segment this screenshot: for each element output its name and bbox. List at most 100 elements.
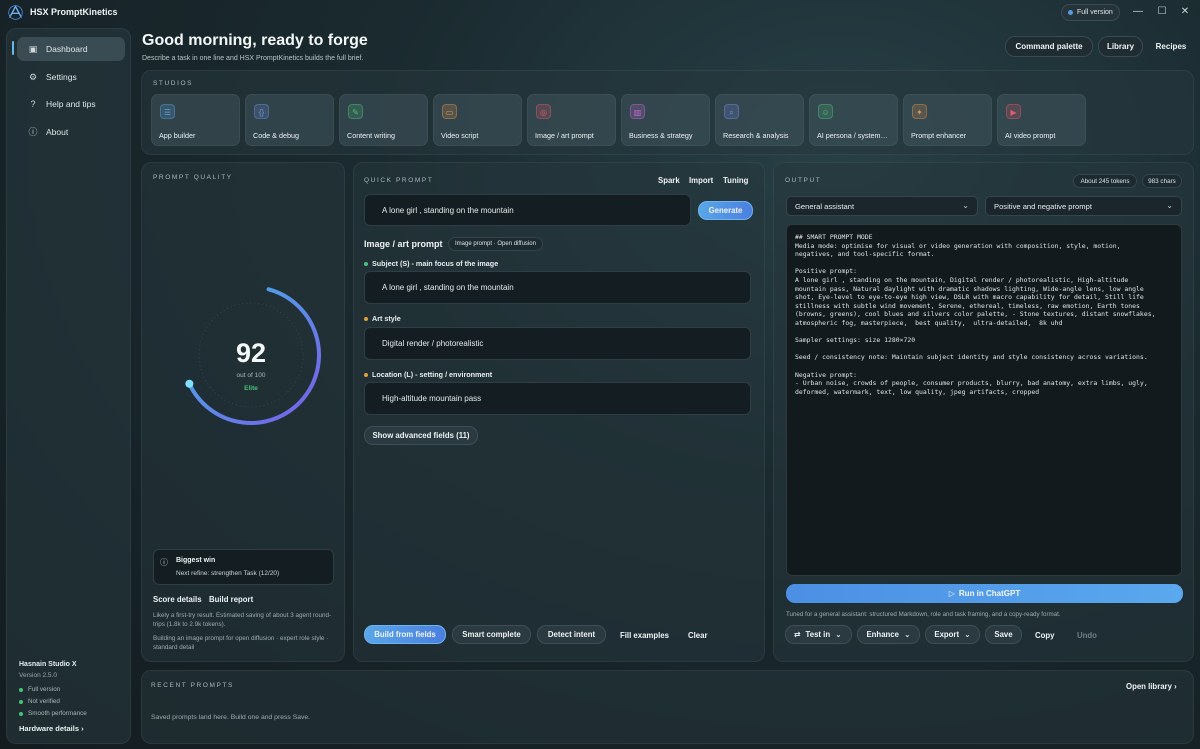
command-palette-button[interactable]: Command palette [1005, 36, 1093, 57]
enhance-label: Enhance [866, 630, 899, 639]
quality-score: 92 [235, 338, 267, 368]
question-icon: ? [30, 99, 36, 109]
status-dot-icon [19, 699, 23, 704]
subject-field[interactable]: A lone girl , standing on the mountain [364, 271, 751, 304]
prompt-quality-label: PROMPT QUALITY [153, 174, 233, 181]
sidebar-item-label: Dashboard [46, 44, 88, 54]
studio-tile[interactable]: ▭ Video script [433, 94, 522, 146]
studio-tile[interactable]: ⌕ Research & analysis [715, 94, 804, 146]
dashboard-icon: ▣ [28, 44, 38, 54]
app-title: HSX PromptKinetics [30, 7, 118, 17]
location-field[interactable]: High-altitude mountain pass [364, 382, 751, 415]
tab-spark[interactable]: Spark [658, 176, 680, 185]
info-icon: ⓘ [160, 558, 168, 567]
field-label-text: Subject (S) - main focus of the image [372, 259, 499, 268]
char-count-badge: 983 chars [1142, 174, 1182, 188]
studio-tile[interactable]: ✦ Prompt enhancer [903, 94, 992, 146]
studio-tile[interactable]: ☰ App builder [151, 94, 240, 146]
recent-empty-text: Saved prompts land here. Build one and p… [151, 714, 311, 721]
copy-button[interactable]: Copy [1035, 631, 1055, 640]
format-select-value: Positive and negative prompt [994, 201, 1092, 211]
show-advanced-button[interactable]: Show advanced fields (11) [364, 426, 478, 445]
prompt-format-select[interactable]: Positive and negative prompt ⌄ [985, 196, 1182, 216]
run-in-chatgpt-button[interactable]: ▷ Run in ChatGPT [786, 584, 1183, 603]
quality-tier: Elite [244, 385, 258, 392]
sidebar-item-about[interactable]: ⓘ About [17, 120, 125, 144]
spark-icon: ✦ [912, 104, 927, 119]
sidebar-item-settings[interactable]: ⚙ Settings [17, 65, 125, 89]
art-style-field[interactable]: Digital render / photorealistic [364, 327, 751, 360]
tab-tuning[interactable]: Tuning [723, 176, 748, 185]
status-dot-icon [19, 711, 23, 716]
field-label-subject: Subject (S) - main focus of the image [364, 259, 498, 268]
assistant-select-value: General assistant [795, 201, 855, 211]
clear-button[interactable]: Clear [688, 631, 708, 640]
pen-icon: ✎ [348, 104, 363, 119]
close-icon[interactable]: ✕ [1178, 6, 1192, 17]
biggest-win-detail: Next refine: strengthen Task (12/20) [176, 570, 280, 577]
section-title: Image / art prompt [364, 239, 443, 249]
page-subtitle: Describe a task in one line and HSX Prom… [142, 55, 364, 62]
output-textarea[interactable]: ## SMART PROMPT MODE Media mode: optimis… [786, 224, 1182, 576]
field-label-location: Location (L) - setting / environment [364, 370, 492, 379]
studio-tile[interactable]: ▶ AI video prompt [997, 94, 1086, 146]
chevron-down-icon: ⌄ [964, 630, 971, 639]
score-details-link[interactable]: Score details [153, 595, 202, 604]
biggest-win-title: Biggest win [176, 557, 216, 564]
open-library-link[interactable]: Open library › [1126, 682, 1177, 691]
optional-dot-icon [364, 316, 368, 321]
studio-tile[interactable]: ✎ Content writing [339, 94, 428, 146]
smart-complete-button[interactable]: Smart complete [452, 625, 531, 644]
recent-prompts-panel [141, 670, 1194, 744]
detect-intent-button[interactable]: Detect intent [537, 625, 606, 644]
run-label: Run in ChatGPT [958, 589, 1021, 598]
assistant-select[interactable]: General assistant ⌄ [786, 196, 978, 216]
studio-label: App builder [159, 131, 196, 140]
generate-button[interactable]: Generate [698, 201, 753, 220]
studio-tile[interactable]: ☺ AI persona / system… [809, 94, 898, 146]
minimize-icon[interactable]: — [1131, 6, 1145, 17]
enhance-button[interactable]: Enhance ⌄ [857, 625, 920, 644]
tab-import[interactable]: Import [689, 176, 713, 185]
recipes-button[interactable]: Recipes [1148, 36, 1194, 57]
person-icon: ☺ [818, 104, 833, 119]
section-tag: Image prompt · Open diffusion [448, 237, 543, 251]
field-label-text: Location (L) - setting / environment [372, 370, 493, 379]
sidebar-item-help[interactable]: ? Help and tips [17, 92, 125, 116]
recent-prompts-label: RECENT PROMPTS [151, 682, 234, 689]
studio-label: AI video prompt [1005, 131, 1056, 140]
sidebar-item-dashboard[interactable]: ▣ Dashboard [17, 37, 125, 61]
sidebar-item-label: Settings [46, 72, 77, 82]
studio-label: Prompt enhancer [911, 131, 967, 140]
build-report-link[interactable]: Build report [209, 595, 253, 604]
studio-tile[interactable]: ◎ Image / art prompt [527, 94, 616, 146]
studio-label: Video script [441, 131, 479, 140]
undo-button[interactable]: Undo [1077, 631, 1097, 640]
studio-tile[interactable]: ▥ Business & strategy [621, 94, 710, 146]
optional-dot-icon [364, 372, 368, 377]
gauge-readout: 92 out of 100 Elite [176, 283, 326, 433]
fill-examples-button[interactable]: Fill examples [620, 631, 669, 640]
chevron-down-icon: ⌄ [903, 630, 911, 639]
page-title: Good morning, ready to forge [142, 32, 368, 49]
status-performance: Smooth performance [19, 710, 87, 717]
library-button[interactable]: Library [1098, 36, 1143, 57]
quality-context: Building an image prompt for open diffus… [153, 635, 329, 651]
play-icon: ▷ [948, 589, 955, 598]
save-button[interactable]: Save [985, 625, 1022, 644]
status-label: Smooth performance [28, 710, 87, 717]
hardware-details-link[interactable]: Hardware details › [19, 724, 84, 733]
export-button[interactable]: Export ⌄ [925, 625, 980, 644]
build-from-fields-button[interactable]: Build from fields [364, 625, 446, 644]
test-in-button[interactable]: ⇄ Test in ⌄ [785, 625, 852, 644]
maximize-icon[interactable]: ☐ [1155, 6, 1169, 17]
active-indicator [12, 41, 14, 55]
studio-tile[interactable]: {} Code & debug [245, 94, 334, 146]
quick-prompt-input[interactable]: A lone girl , standing on the mountain [364, 194, 691, 226]
required-dot-icon [364, 261, 368, 266]
field-label-text: Art style [372, 314, 401, 323]
studios-label: STUDIOS [153, 80, 194, 87]
field-label-art-style: Art style [364, 314, 401, 323]
app-logo-icon [8, 5, 23, 20]
full-version-badge[interactable]: Full version [1061, 4, 1120, 21]
